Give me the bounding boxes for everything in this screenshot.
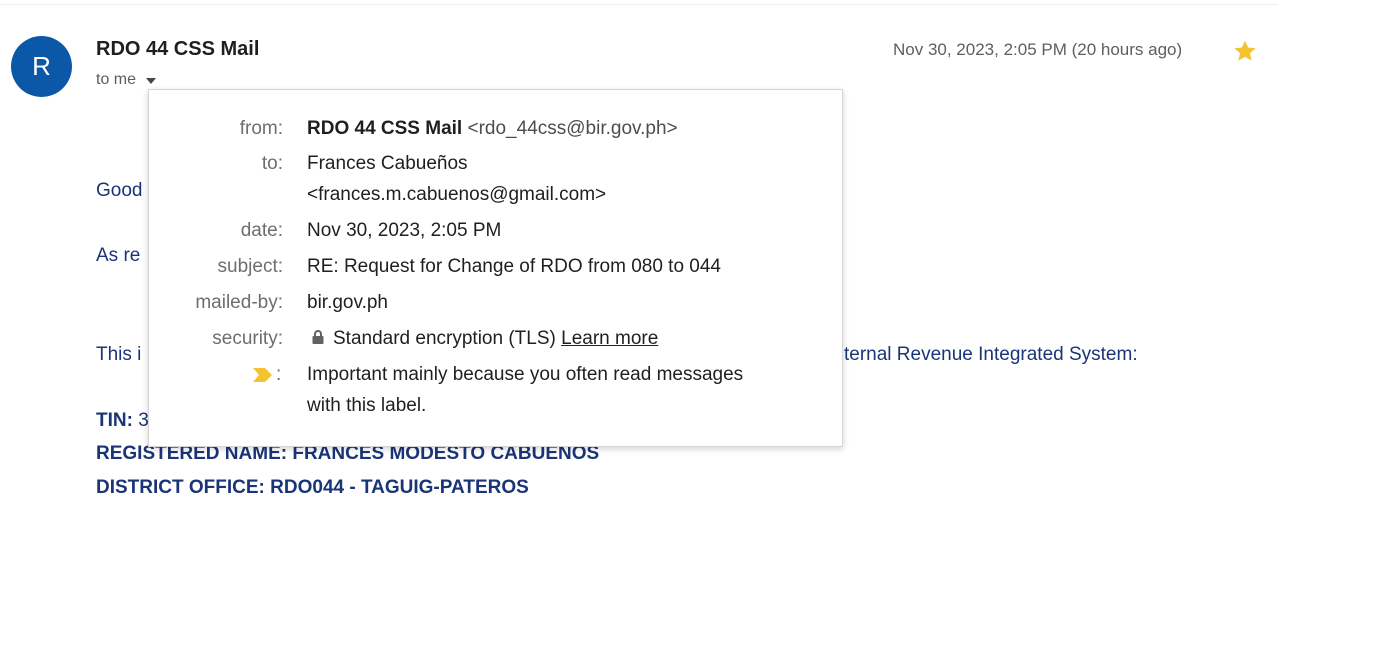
body-greeting: Good <box>96 180 143 201</box>
security-value: Standard encryption (TLS) Learn more <box>307 323 827 354</box>
date-value: Nov 30, 2023, 2:05 PM <box>307 220 502 241</box>
from-label: from: <box>239 118 283 139</box>
from-name: RDO 44 CSS Mail <box>307 118 463 139</box>
from-value: RDO 44 CSS Mail <rdo_44css@bir.gov.ph> <box>307 113 827 144</box>
recipient-label: to me <box>96 71 137 88</box>
district-office: DISTRICT OFFICE: RDO044 - TAGUIG-PATEROS <box>96 477 529 498</box>
mailed-by-value: bir.gov.ph <box>307 292 388 313</box>
to-label: to: <box>261 153 283 174</box>
recipient-details-toggle[interactable]: to me <box>96 71 157 89</box>
importance-text: Important mainly because you often read … <box>307 364 744 385</box>
security-label: security: <box>212 328 283 349</box>
to-value: Frances Cabueños <frances.m.cabuenos@gma… <box>307 148 827 210</box>
body-line: This i <box>96 344 142 365</box>
to-email: <frances.m.cabuenos@gmail.com> <box>307 184 607 205</box>
subject-value: RE: Request for Change of RDO from 080 t… <box>307 256 721 277</box>
email-view: R RDO 44 CSS Mail to me Nov 30, 2023, 2:… <box>0 0 1392 646</box>
date-label: date: <box>240 220 283 241</box>
importance-text: with this label. <box>307 395 427 416</box>
subject-label: subject: <box>217 256 283 277</box>
message-details-popup: from: RDO 44 CSS Mail <rdo_44css@bir.gov… <box>148 89 843 447</box>
message-timestamp: Nov 30, 2023, 2:05 PM (20 hours ago) <box>893 40 1183 59</box>
lock-icon <box>312 330 324 344</box>
importance-value: Important mainly because you often read … <box>307 359 827 421</box>
mailed-by-label: mailed-by: <box>195 292 283 313</box>
to-name: Frances Cabueños <box>307 153 468 174</box>
star-icon[interactable] <box>1232 38 1258 64</box>
body-line: ternal Revenue Integrated System: <box>844 344 1138 365</box>
tin-label: TIN: <box>96 410 139 431</box>
avatar[interactable]: R <box>11 36 72 97</box>
importance-label: : <box>276 364 282 385</box>
from-email: <rdo_44css@bir.gov.ph> <box>467 118 678 139</box>
learn-more-link[interactable]: Learn more <box>561 328 658 349</box>
chevron-down-icon[interactable] <box>146 78 157 84</box>
tin-field: TIN: 3 <box>96 410 149 432</box>
body-line: As re <box>96 245 141 266</box>
security-description: Standard encryption (TLS) <box>333 328 556 349</box>
divider <box>0 4 1278 5</box>
important-marker-icon <box>253 368 272 382</box>
sender-name[interactable]: RDO 44 CSS Mail <box>96 38 259 61</box>
